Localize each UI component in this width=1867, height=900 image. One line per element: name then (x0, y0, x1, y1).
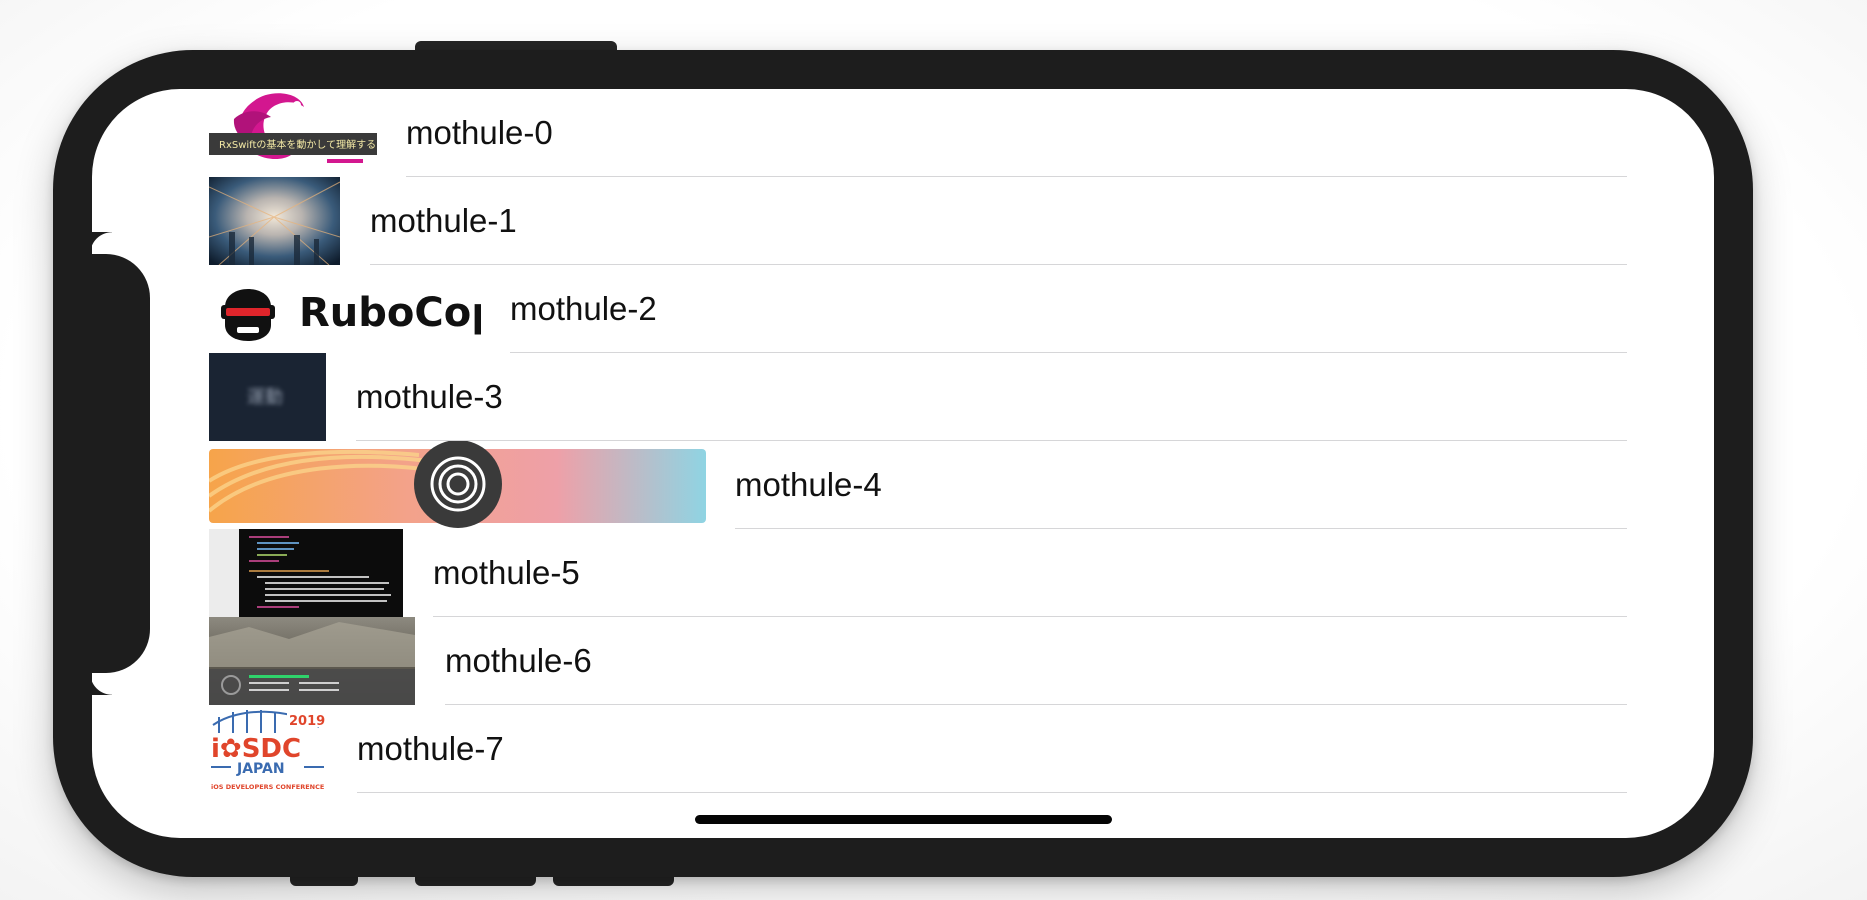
table-row[interactable]: mothule-1 (209, 177, 1627, 265)
row-title: mothule-4 (735, 466, 882, 503)
iosdc-japan-label: JAPAN (236, 761, 285, 777)
row-thumbnail-stadium (209, 441, 706, 529)
table-row[interactable]: mothule-4 (209, 441, 1627, 529)
blurred-caption: 運動 (247, 387, 283, 408)
row-title: mothule-6 (445, 642, 592, 679)
iosdc-subtitle: iOS DEVELOPERS CONFERENCE (211, 783, 324, 791)
row-title: mothule-1 (370, 202, 517, 239)
row-title: mothule-2 (510, 290, 657, 327)
table-row[interactable]: mothule-6 (209, 617, 1627, 705)
row-title: mothule-0 (406, 114, 553, 151)
row-thumbnail-dark-card: 運動 (209, 353, 326, 441)
row-thumbnail-rxswift: RxSwiftの基本を動かして理解する (209, 89, 379, 177)
home-indicator[interactable] (695, 815, 1112, 824)
row-thumbnail-iosdc-logo: 2019 i✿SDC JAPAN iOS DEVELOPERS CONFEREN… (209, 705, 326, 793)
row-thumbnail-rubocop-logo: RuboCop (209, 265, 481, 353)
sensor-notch (90, 254, 150, 695)
row-thumbnail-ruins-video (209, 617, 415, 705)
table-row[interactable]: RxSwiftの基本を動かして理解する mothule-0 (209, 89, 1627, 177)
row-thumbnail-code-editor (209, 529, 403, 617)
table-row[interactable]: 2019 i✿SDC JAPAN iOS DEVELOPERS CONFEREN… (209, 705, 1627, 793)
row-title: mothule-3 (356, 378, 503, 415)
rubocop-wordmark: RuboCop (299, 290, 481, 336)
iosdc-wordmark: i✿SDC (211, 734, 301, 764)
row-title: mothule-7 (357, 730, 504, 767)
table-row[interactable]: RuboCop mothule-2 (209, 265, 1627, 353)
table-row[interactable]: mothule-5 (209, 529, 1627, 617)
table-view[interactable]: RxSwiftの基本を動かして理解する mothule-0 mothule-1 … (209, 89, 1627, 793)
simulator-stage: RxSwiftの基本を動かして理解する mothule-0 mothule-1 … (0, 0, 1867, 900)
row-thumbnail-warp-photo (209, 177, 340, 265)
row-separator (357, 792, 1627, 793)
rxswift-caption: RxSwiftの基本を動かして理解する (219, 138, 376, 151)
table-row[interactable]: 運動 mothule-3 (209, 353, 1627, 441)
row-title: mothule-5 (433, 554, 580, 591)
iosdc-year: 2019 (289, 714, 325, 729)
